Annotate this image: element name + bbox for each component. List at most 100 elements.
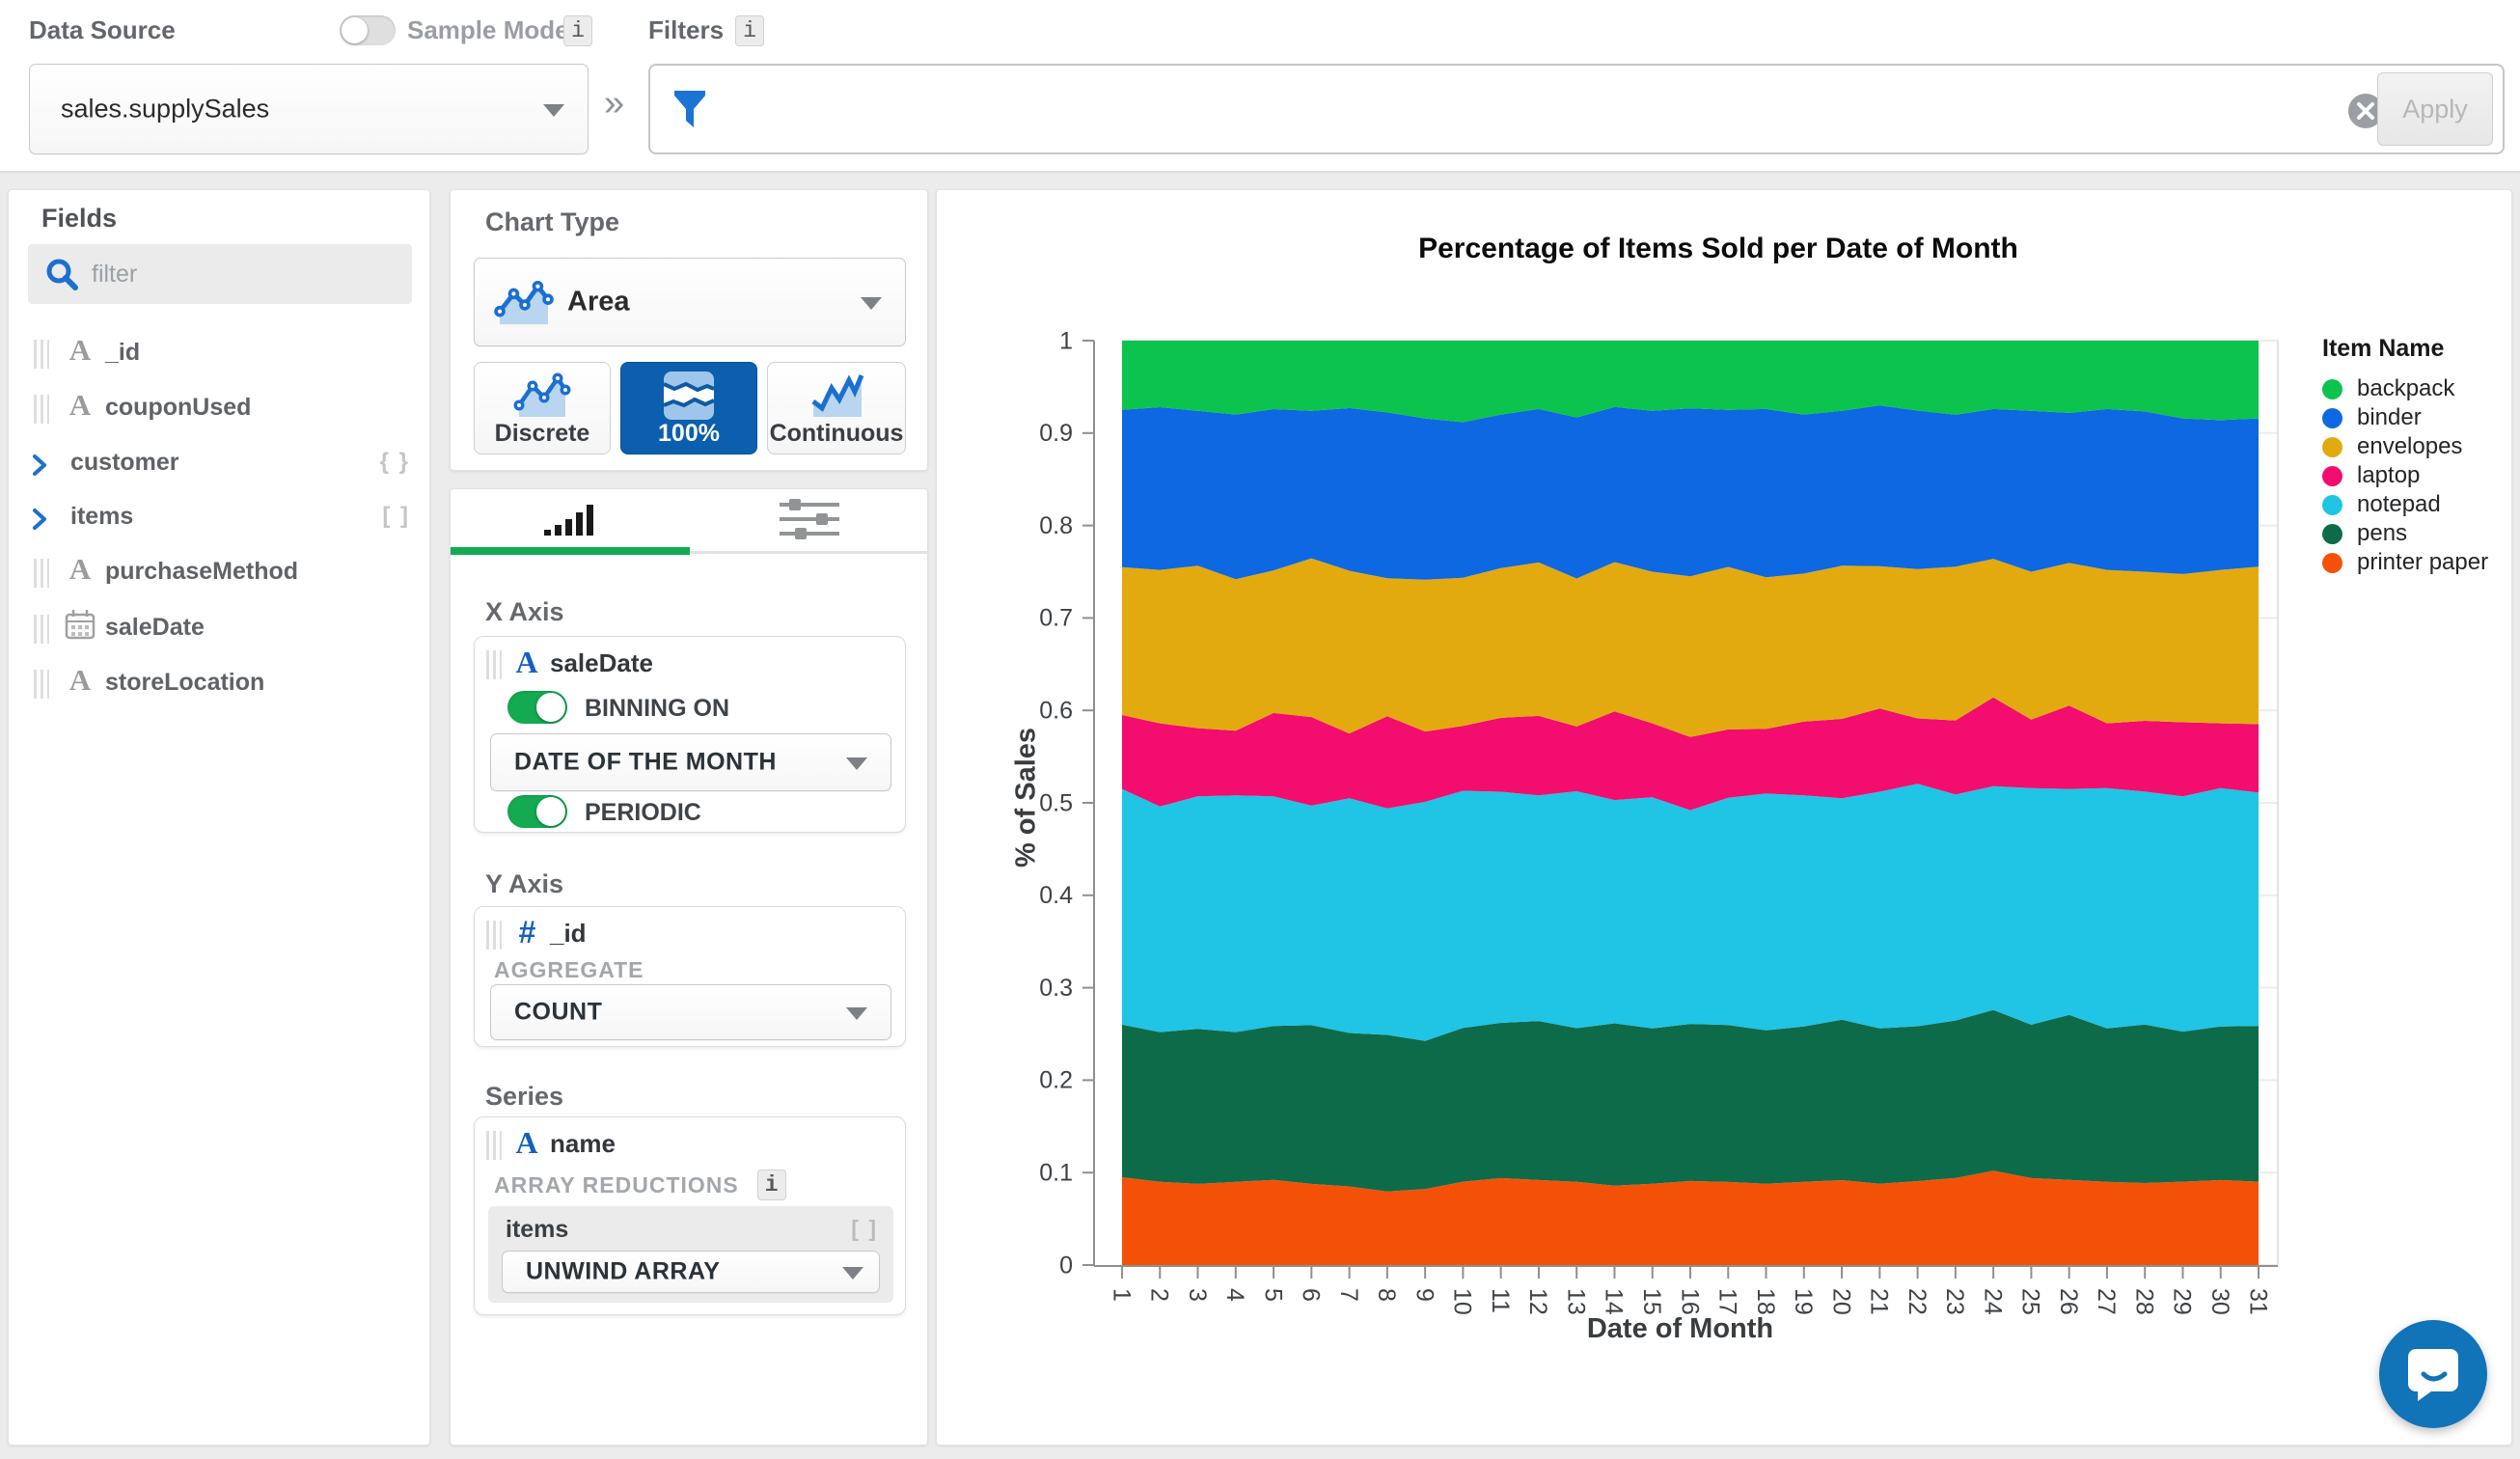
field-row-items[interactable]: items [ ] [9, 491, 431, 545]
reduction-select[interactable]: UNWIND ARRAY [502, 1251, 880, 1293]
chevron-down-icon [861, 297, 882, 310]
binning-value: DATE OF THE MONTH [514, 749, 777, 777]
subtype-label: Continuous [768, 420, 905, 448]
chevron-right-icon[interactable] [30, 507, 49, 537]
legend-swatch [2322, 379, 2342, 399]
subtype-label: 100% [621, 420, 756, 448]
chevron-down-icon [846, 757, 867, 770]
info-icon[interactable]: i [735, 15, 764, 46]
svg-text:1: 1 [1059, 327, 1073, 354]
svg-text:0.6: 0.6 [1039, 697, 1073, 724]
legend-item: laptop [2322, 461, 2488, 490]
svg-text:0.5: 0.5 [1039, 789, 1073, 816]
data-source-select[interactable]: sales.supplySales [29, 64, 589, 154]
encodings-panel: X Axis A saleDate BINNING ON DATE OF THE… [450, 488, 928, 1445]
data-source-value: sales.supplySales [61, 95, 269, 124]
chart-type-label: Chart Type [485, 207, 619, 237]
field-row-saledate[interactable]: saleDate [9, 602, 431, 656]
array-reductions-label: ARRAY REDUCTIONS i [494, 1171, 786, 1202]
string-type-icon: A [509, 1125, 544, 1161]
svg-text:28: 28 [2130, 1288, 2157, 1315]
drag-handle-icon[interactable] [34, 340, 49, 369]
svg-text:17: 17 [1714, 1288, 1741, 1315]
chart-subtype-button[interactable]: Discrete [474, 362, 611, 454]
array-reduction-box: items [ ] UNWIND ARRAY [488, 1206, 893, 1303]
chevron-down-icon [842, 1267, 863, 1280]
field-row-couponused[interactable]: A couponUsed [9, 382, 431, 436]
field-label: items [70, 503, 133, 531]
field-row-purchasemethod[interactable]: A purchaseMethod [9, 546, 431, 600]
drag-handle-icon[interactable] [486, 921, 502, 950]
string-type-icon: A [63, 388, 97, 423]
reduction-value: UNWIND ARRAY [526, 1258, 720, 1286]
fields-panel-title: Fields [41, 204, 117, 234]
svg-text:31: 31 [2244, 1288, 2271, 1315]
legend-item: binder [2322, 403, 2488, 432]
legend-label: binder [2357, 404, 2422, 431]
x-axis-title: Date of Month [1094, 1313, 2266, 1345]
field-label: _id [550, 919, 587, 949]
filter-query-input[interactable] [718, 71, 2261, 147]
drag-handle-icon[interactable] [34, 395, 49, 424]
apply-button[interactable]: Apply [2377, 72, 2493, 146]
array-field-label: items [506, 1216, 568, 1244]
chevron-right-icon[interactable] [30, 453, 49, 482]
field-filter-input[interactable] [92, 252, 400, 296]
svg-text:16: 16 [1676, 1288, 1703, 1315]
binning-select[interactable]: DATE OF THE MONTH [490, 733, 891, 791]
svg-text:0.4: 0.4 [1039, 882, 1073, 909]
legend-items: backpackbinderenvelopeslaptopnotepadpens… [2322, 374, 2488, 577]
drag-handle-icon[interactable] [34, 670, 49, 699]
svg-text:3: 3 [1184, 1288, 1211, 1302]
legend-swatch [2322, 524, 2342, 544]
info-icon[interactable]: i [563, 15, 592, 46]
drag-handle-icon[interactable] [486, 650, 502, 679]
series-card: A name ARRAY REDUCTIONS i items [ ] UNWI… [474, 1116, 906, 1315]
intercom-chat-button[interactable] [2379, 1320, 2487, 1428]
field-row-id[interactable]: A _id [9, 327, 431, 381]
chart-subtype-button[interactable]: Continuous [767, 362, 906, 454]
legend-item: notepad [2322, 490, 2488, 519]
legend-item: pens [2322, 519, 2488, 548]
x-axis-card: A saleDate BINNING ON DATE OF THE MONTH … [474, 636, 906, 833]
y-axis-section-title: Y Axis [485, 869, 563, 899]
svg-text:18: 18 [1752, 1288, 1779, 1315]
svg-text:2: 2 [1146, 1288, 1173, 1302]
legend-swatch [2322, 466, 2342, 486]
string-type-icon: A [63, 663, 97, 698]
info-icon[interactable]: i [757, 1170, 786, 1200]
aggregate-select[interactable]: COUNT [490, 984, 891, 1040]
legend-item: envelopes [2322, 432, 2488, 461]
tab-customize[interactable] [690, 489, 929, 549]
collapse-chevrons-icon[interactable]: » [604, 83, 624, 124]
legend-item: printer paper [2322, 548, 2488, 577]
drag-handle-icon[interactable] [486, 1131, 502, 1160]
chart-subtype-button[interactable]: 100% [620, 362, 757, 454]
field-row-storelocation[interactable]: A storeLocation [9, 657, 431, 711]
sliders-icon [780, 498, 839, 540]
tab-encode[interactable] [451, 489, 690, 549]
binning-label: BINNING ON [585, 695, 729, 723]
svg-text:19: 19 [1790, 1288, 1817, 1315]
svg-text:25: 25 [2017, 1288, 2044, 1315]
periodic-toggle[interactable] [507, 795, 567, 828]
binning-toggle[interactable] [507, 691, 567, 724]
svg-text:29: 29 [2169, 1288, 2196, 1315]
field-row-customer[interactable]: customer { } [9, 437, 431, 491]
svg-text:23: 23 [1941, 1288, 1968, 1315]
object-type-badge: { } [380, 449, 410, 476]
svg-text:15: 15 [1638, 1288, 1665, 1315]
legend-label: backpack [2357, 375, 2454, 402]
sample-mode-toggle[interactable] [340, 15, 396, 45]
legend-swatch [2322, 408, 2342, 428]
stacked-area-plot[interactable]: 00.10.20.30.40.50.60.70.80.9112345678910… [937, 190, 2513, 1446]
chart-type-select[interactable]: Area [474, 258, 906, 346]
drag-handle-icon[interactable] [34, 615, 49, 644]
binning-row: BINNING ON [507, 691, 567, 724]
legend-title: Item Name [2322, 335, 2488, 363]
series-section-title: Series [485, 1082, 563, 1112]
svg-text:8: 8 [1373, 1288, 1400, 1302]
svg-text:0.9: 0.9 [1039, 420, 1073, 447]
svg-text:0.1: 0.1 [1039, 1159, 1073, 1186]
drag-handle-icon[interactable] [34, 559, 49, 588]
